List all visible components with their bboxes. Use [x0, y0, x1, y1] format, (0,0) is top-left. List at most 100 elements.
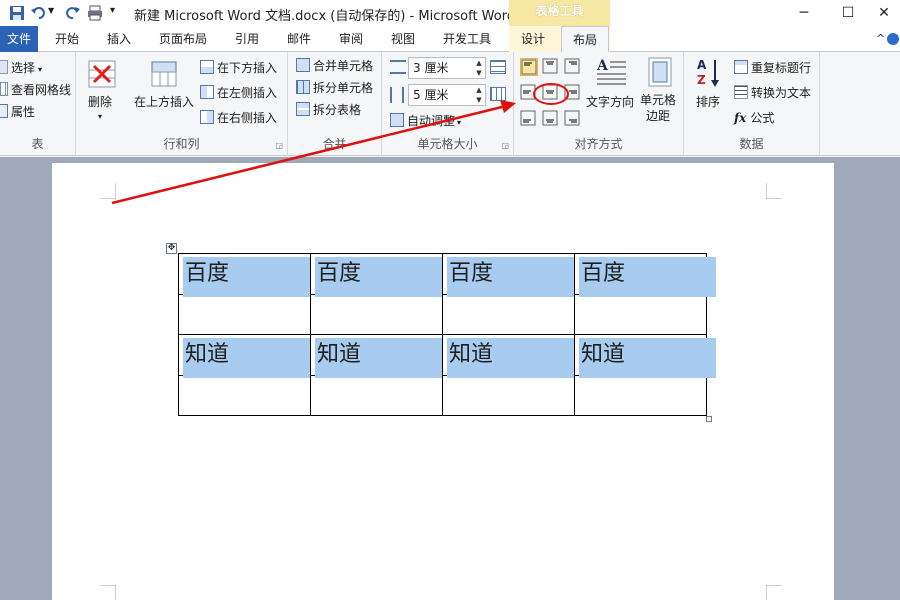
table-cell[interactable]: [178, 375, 311, 416]
data-group-label: 数据: [739, 137, 764, 151]
print-icon[interactable]: [86, 4, 104, 22]
cell-margins-button[interactable]: 单元格边距: [640, 92, 676, 126]
distribute-columns-icon[interactable]: [490, 87, 506, 101]
insert-above-button[interactable]: 在上方插入: [134, 92, 194, 112]
split-cells-button[interactable]: 拆分单元格: [296, 78, 373, 98]
table-cell[interactable]: 知道: [574, 334, 716, 378]
tab-home[interactable]: 开始: [48, 26, 86, 52]
align-middle-right-button[interactable]: [564, 84, 582, 102]
tab-references[interactable]: 引用: [228, 26, 266, 52]
dialog-launcher-icon[interactable]: ◲: [501, 141, 509, 150]
align-top-center-button[interactable]: [542, 58, 560, 76]
table-cell[interactable]: 知道: [442, 334, 575, 378]
merge-cells-button[interactable]: 合并单元格: [296, 56, 373, 76]
table-cell[interactable]: 百度: [574, 253, 716, 297]
tab-view[interactable]: 视图: [384, 26, 422, 52]
align-bottom-right-icon: [564, 110, 580, 126]
customize-toolbar-icon[interactable]: ▾: [110, 5, 115, 16]
undo-dropdown-icon[interactable]: ▼: [48, 6, 54, 15]
table-cell[interactable]: 百度: [442, 253, 575, 297]
tab-developer[interactable]: 开发工具: [436, 26, 498, 52]
table-cell[interactable]: [310, 375, 443, 416]
table-cell[interactable]: 知道: [178, 334, 311, 378]
minimize-button[interactable]: ─: [790, 3, 818, 23]
align-top-right-button[interactable]: [564, 58, 582, 76]
delete-button[interactable]: 删除: [88, 92, 112, 112]
select-icon: [0, 60, 8, 74]
tab-insert[interactable]: 插入: [100, 26, 138, 52]
column-width-icon: [390, 87, 404, 103]
sort-icon[interactable]: AZ: [696, 56, 722, 90]
table-resize-handle-icon[interactable]: [706, 416, 712, 422]
autofit-button[interactable]: 自动调整 ▾: [390, 111, 461, 131]
align-middle-left-button[interactable]: [520, 84, 538, 102]
convert-to-text-button[interactable]: 转换为文本: [734, 83, 811, 103]
table-move-handle-icon[interactable]: ✥: [166, 243, 177, 254]
tab-page-layout[interactable]: 页面布局: [152, 26, 214, 52]
align-middle-center-icon: [542, 84, 558, 100]
align-top-left-button[interactable]: [520, 58, 538, 76]
table-group: 选择 ▾ 查看网格线 属性 表: [0, 52, 76, 156]
text-direction-icon[interactable]: A: [594, 56, 628, 88]
sort-button[interactable]: 排序: [696, 92, 720, 112]
table-cell[interactable]: 百度: [310, 253, 443, 297]
row-height-icon: [390, 60, 406, 74]
document-page[interactable]: ✥ 百度 百度 百度 百度 知道 知道 知道 知道: [52, 163, 834, 600]
properties-button[interactable]: 属性: [0, 102, 35, 122]
alignment-group: A 文字方向 单元格边距 对齐方式: [514, 52, 684, 156]
help-icon[interactable]: [886, 32, 900, 46]
document-table[interactable]: 百度 百度 百度 百度 知道 知道 知道 知道: [178, 253, 716, 416]
document-area[interactable]: ✥ 百度 百度 百度 百度 知道 知道 知道 知道: [0, 157, 900, 600]
tab-mailings[interactable]: 邮件: [280, 26, 318, 52]
align-middle-left-icon: [520, 84, 536, 100]
table-cell[interactable]: 百度: [178, 253, 311, 297]
delete-table-icon[interactable]: [86, 58, 118, 90]
table-cell[interactable]: [574, 294, 707, 335]
repeat-header-rows-button[interactable]: 重复标题行: [734, 58, 811, 78]
cell-margins-icon[interactable]: [646, 56, 674, 88]
cell-size-group: 3 厘米 ▲ ▼ 5 厘米 ▲ ▼ 自动调整 ▾ 单元格大小 ◲: [382, 52, 514, 156]
distribute-rows-icon[interactable]: [490, 60, 506, 74]
text-direction-button[interactable]: 文字方向: [586, 92, 634, 112]
column-width-input[interactable]: 5 厘米 ▲ ▼: [408, 84, 486, 106]
rows-columns-group-label: 行和列: [163, 137, 200, 151]
row-height-input[interactable]: 3 厘米 ▲ ▼: [408, 57, 486, 79]
table-cell[interactable]: [442, 294, 575, 335]
table-cell[interactable]: [442, 375, 575, 416]
table-cell[interactable]: [178, 294, 311, 335]
tab-layout[interactable]: 布局: [561, 26, 609, 53]
insert-below-button[interactable]: 在下方插入: [200, 58, 277, 78]
undo-icon[interactable]: [30, 4, 48, 22]
crop-mark: [766, 183, 782, 199]
tab-design[interactable]: 设计: [513, 26, 553, 52]
maximize-button[interactable]: ☐: [834, 3, 862, 23]
tab-review[interactable]: 审阅: [332, 26, 370, 52]
convert-to-text-icon: [734, 85, 748, 99]
insert-left-button[interactable]: 在左侧插入: [200, 83, 277, 103]
insert-above-icon[interactable]: [148, 58, 180, 90]
rows-columns-group: 删除 ▾ 在上方插入 在下方插入 在左侧插入 在右侧插入 行和列 ◲: [76, 52, 288, 156]
table-cell[interactable]: [310, 294, 443, 335]
save-icon[interactable]: [8, 4, 26, 22]
redo-icon[interactable]: [64, 4, 82, 22]
cell-size-group-label: 单元格大小: [417, 137, 478, 151]
merge-group: 合并单元格 拆分单元格 拆分表格 合并: [288, 52, 382, 156]
align-bottom-right-button[interactable]: [564, 110, 582, 128]
dialog-launcher-icon[interactable]: ◲: [275, 141, 283, 150]
close-button[interactable]: ✕: [870, 3, 898, 23]
spinner-arrows-icon[interactable]: ▲ ▼: [473, 85, 485, 105]
align-middle-center-button[interactable]: [542, 84, 560, 102]
repeat-header-icon: [734, 60, 748, 74]
view-gridlines-button[interactable]: 查看网格线: [0, 80, 71, 100]
minimize-ribbon-icon[interactable]: ^: [876, 32, 885, 45]
split-table-button[interactable]: 拆分表格: [296, 100, 361, 120]
table-cell[interactable]: [574, 375, 707, 416]
tab-file[interactable]: 文件: [0, 26, 38, 52]
align-bottom-left-button[interactable]: [520, 110, 538, 128]
align-bottom-center-button[interactable]: [542, 110, 560, 128]
spinner-arrows-icon[interactable]: ▲ ▼: [473, 58, 485, 78]
insert-right-button[interactable]: 在右侧插入: [200, 108, 277, 128]
select-button[interactable]: 选择 ▾: [0, 58, 42, 78]
table-cell[interactable]: 知道: [310, 334, 443, 378]
formula-button[interactable]: fx 公式: [734, 108, 774, 128]
